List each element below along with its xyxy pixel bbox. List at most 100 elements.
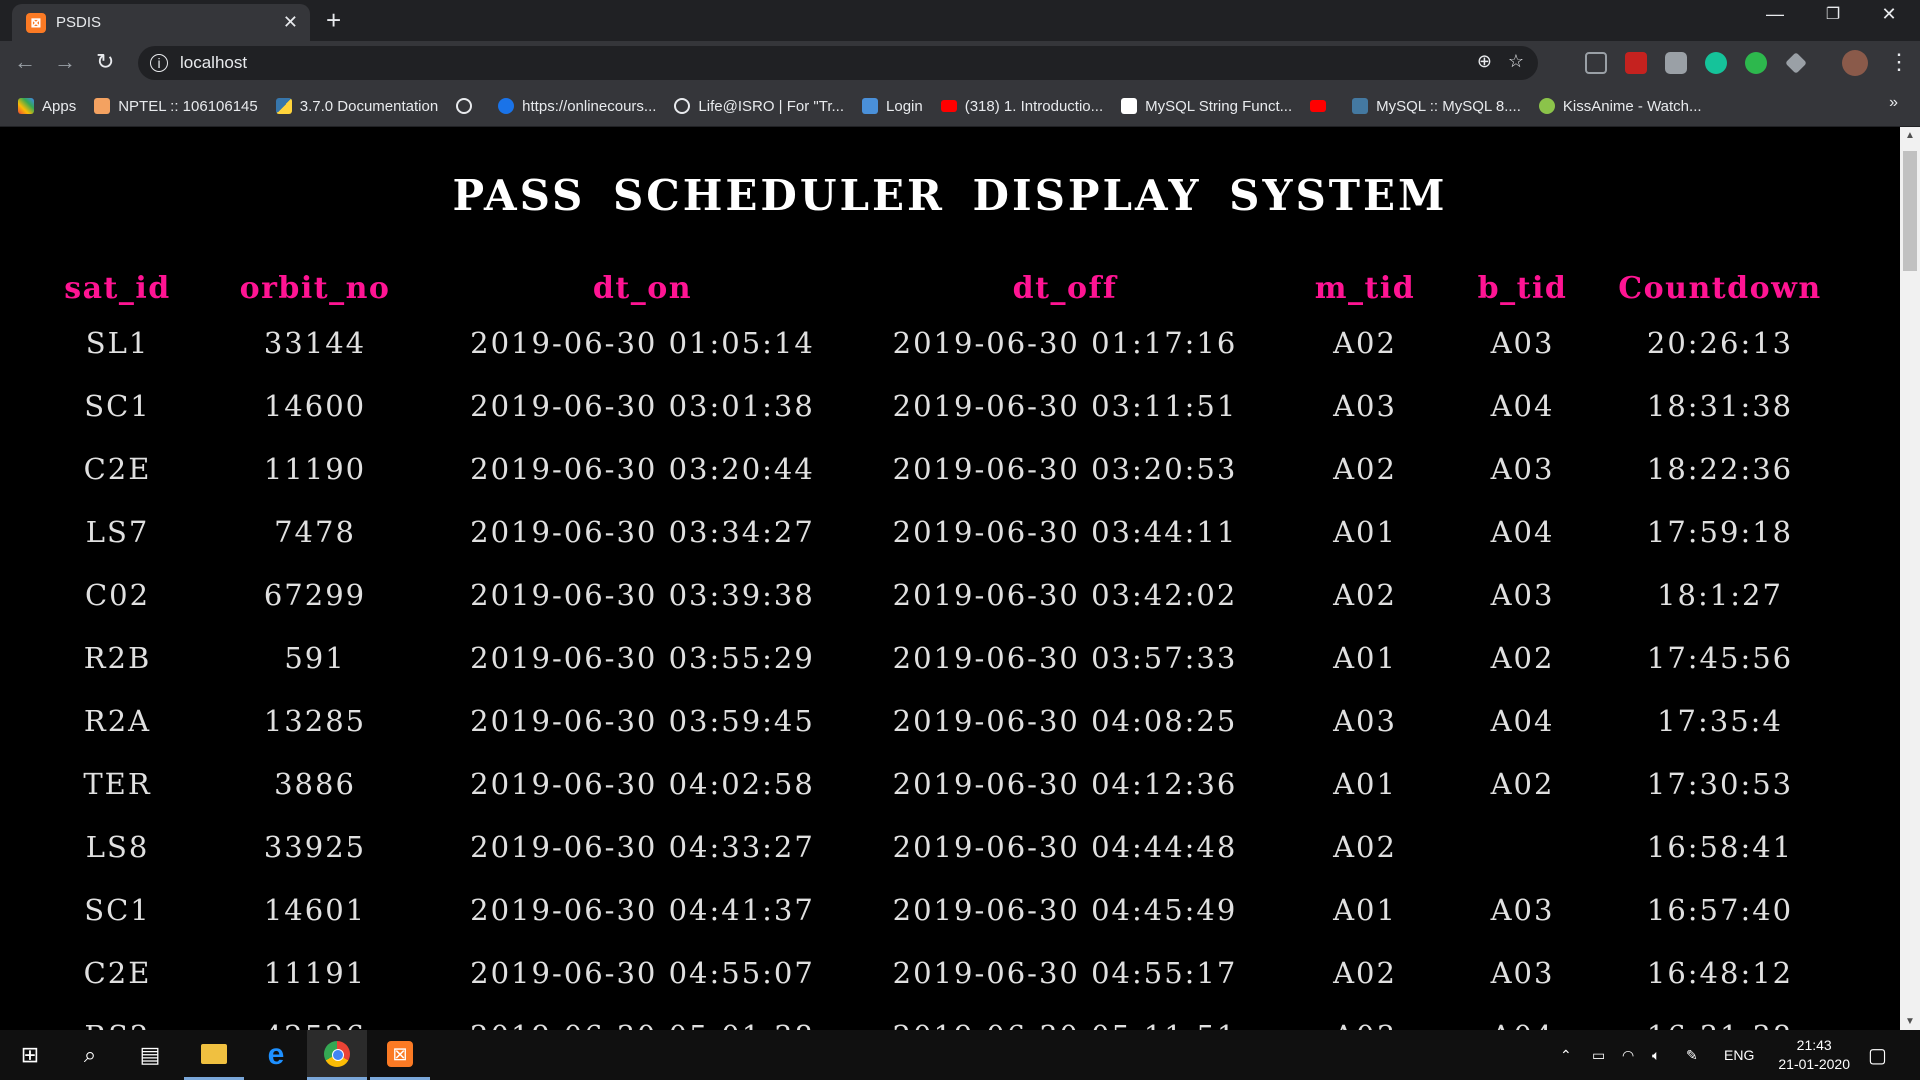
- bookmark-star-icon[interactable]: ☆: [1508, 51, 1524, 72]
- volume-icon[interactable]: 🔈︎: [1652, 1030, 1660, 1080]
- cell-orbit-no: 33144: [263, 325, 367, 360]
- more-bookmarks-icon[interactable]: »: [1889, 94, 1898, 112]
- cell-dt-on: 2019-06-30 04:02:58: [470, 766, 815, 801]
- cell-sat-id: SC1: [84, 892, 151, 927]
- close-window-button[interactable]: ✕: [1866, 4, 1912, 25]
- xampp-icon[interactable]: ⊠: [370, 1030, 430, 1080]
- cell-dt-off: 2019-06-30 04:12:36: [892, 766, 1238, 801]
- cell-m-tid: A03: [1333, 703, 1397, 738]
- zoom-icon[interactable]: ⊕: [1477, 51, 1492, 72]
- back-button[interactable]: ←: [14, 49, 36, 75]
- cell-m-tid: A03: [1285, 1004, 1445, 1031]
- search-icon[interactable]: ⌕: [60, 1030, 120, 1080]
- bookmark-python-docs[interactable]: 3.7.0 Documentation: [275, 98, 438, 115]
- close-tab-icon[interactable]: ✕: [283, 12, 298, 33]
- table-row: C2E 11191 2019-06-30 04:55:07 2019-06-30 04…: [45, 941, 1840, 1004]
- cell-sat-id: C2E: [83, 451, 152, 486]
- chrome-icon[interactable]: [307, 1030, 367, 1080]
- column-header-dt-off: dt_off: [1012, 270, 1118, 306]
- cell-countdown: 17:45:56: [1646, 640, 1794, 675]
- edge-icon[interactable]: e: [246, 1030, 306, 1080]
- page-content: PASS SCHEDULER DISPLAY SYSTEM sat_id orb…: [0, 127, 1900, 1030]
- new-tab-button[interactable]: +: [326, 5, 341, 36]
- camera-extension-icon[interactable]: [1665, 52, 1687, 74]
- cell-orbit-no: 42526: [190, 1004, 440, 1031]
- browser-tab[interactable]: ⊠ PSDIS ✕: [12, 4, 310, 41]
- page-scrollbar[interactable]: ▲ ▼: [1900, 127, 1920, 1030]
- cell-orbit-no: 14600: [263, 388, 367, 423]
- dropbox-icon[interactable]: [1785, 52, 1807, 74]
- cell-dt-on: 2019-06-30 04:55:07: [470, 955, 815, 990]
- cell-b-tid: A02: [1490, 640, 1555, 675]
- cell-countdown: 18:31:38: [1646, 388, 1794, 423]
- cell-sat-id: LS7: [85, 514, 150, 549]
- reload-button[interactable]: ↻: [96, 49, 114, 75]
- show-hidden-icons[interactable]: ⌃: [1560, 1030, 1572, 1080]
- cell-dt-on: 2019-06-30 04:33:27: [470, 829, 815, 864]
- cell-countdown: 16:58:41: [1646, 829, 1794, 864]
- pen-icon[interactable]: ✎: [1686, 1030, 1698, 1080]
- cell-dt-off: 2019-06-30 03:42:02: [892, 577, 1238, 612]
- cell-b-tid: A03: [1490, 451, 1555, 486]
- bookmark-globe[interactable]: [456, 98, 480, 114]
- cell-dt-on: 2019-06-30 01:05:14: [470, 325, 815, 360]
- cell-m-tid: A01: [1333, 892, 1397, 927]
- cell-b-tid: [1445, 815, 1600, 878]
- bookmark-youtube-intro[interactable]: (318) 1. Introductio...: [940, 98, 1103, 115]
- notifications-icon[interactable]: ▢: [1868, 1030, 1887, 1080]
- table-row: R2B 591 2019-06-30 03:55:29 2019-06-30 03:5…: [45, 626, 1840, 689]
- site-info-icon[interactable]: i: [150, 54, 168, 72]
- globe-icon: [456, 98, 473, 114]
- column-header-m-tid: m_tid: [1314, 270, 1416, 306]
- cell-dt-off: 2019-06-30 03:20:53: [892, 451, 1238, 486]
- windows-start-icon[interactable]: ⊞: [0, 1030, 60, 1080]
- cell-b-tid: A03: [1490, 892, 1555, 927]
- evernote-icon[interactable]: [1745, 52, 1767, 74]
- table-row: LS8 33925 2019-06-30 04:33:27 2019-06-30 04…: [45, 815, 1840, 878]
- restore-button[interactable]: ❐: [1810, 4, 1856, 24]
- cell-m-tid: A01: [1333, 514, 1397, 549]
- bookmark-login[interactable]: Login: [862, 98, 923, 115]
- bookmark-onlinecourses[interactable]: https://onlinecours...: [498, 98, 656, 115]
- column-header-countdown: Countdown: [1618, 270, 1822, 306]
- bookmark-mysql-string[interactable]: MySQL String Funct...: [1121, 98, 1292, 115]
- bookmark-apps[interactable]: Apps: [18, 98, 76, 115]
- minimize-button[interactable]: —: [1752, 4, 1798, 25]
- reading-list-icon[interactable]: [1585, 52, 1607, 74]
- scrollbar-thumb[interactable]: [1903, 151, 1917, 271]
- forward-button[interactable]: →: [54, 49, 76, 75]
- table-header-row: sat_id orbit_no dt_on dt_off m_tid b_tid…: [45, 265, 1840, 311]
- cell-orbit-no: 67299: [263, 577, 367, 612]
- cell-countdown: 18:22:36: [1646, 451, 1794, 486]
- battery-icon[interactable]: ▭: [1592, 1030, 1605, 1080]
- python-icon: [275, 98, 292, 114]
- grammarly-icon[interactable]: [1705, 52, 1727, 74]
- globe-icon: [674, 98, 691, 114]
- bookmark-isro[interactable]: Life@ISRO | For "Tr...: [674, 98, 844, 115]
- cell-m-tid: A03: [1333, 388, 1397, 423]
- wifi-icon[interactable]: ◠: [1622, 1030, 1634, 1080]
- task-view-icon[interactable]: ▤: [120, 1030, 180, 1080]
- table-row: SL1 33144 2019-06-30 01:05:14 2019-06-30 01…: [45, 311, 1840, 374]
- bookmark-youtube[interactable]: [1310, 100, 1334, 112]
- chrome-menu-icon[interactable]: ⋮: [1888, 49, 1910, 75]
- scroll-up-arrow-icon[interactable]: ▲: [1900, 127, 1920, 144]
- bookmark-kissanime[interactable]: KissAnime - Watch...: [1538, 98, 1702, 115]
- cell-dt-off: 2019-06-30 05:11:51: [845, 1004, 1285, 1031]
- system-clock[interactable]: 21:43 21-01-2020: [1778, 1036, 1850, 1074]
- cell-b-tid: A04: [1490, 703, 1555, 738]
- clock-date: 21-01-2020: [1778, 1056, 1850, 1072]
- bookmark-mysql[interactable]: MySQL :: MySQL 8....: [1352, 98, 1521, 115]
- xampp-icon: ⊠: [26, 12, 46, 33]
- scroll-down-arrow-icon[interactable]: ▼: [1900, 1013, 1920, 1030]
- browser-titlebar: ⊠ PSDIS ✕ + — ❐ ✕: [0, 0, 1920, 41]
- bookmark-nptel[interactable]: NPTEL :: 106106145: [94, 98, 258, 115]
- address-bar[interactable]: i localhost ⊕ ☆: [138, 46, 1538, 80]
- pdf-extension-icon[interactable]: [1625, 52, 1647, 74]
- table-row: TER 3886 2019-06-30 04:02:58 2019-06-30 04:…: [45, 752, 1840, 815]
- language-indicator[interactable]: ENG: [1724, 1030, 1754, 1080]
- cell-m-tid: A01: [1333, 766, 1397, 801]
- file-explorer-icon[interactable]: [184, 1030, 244, 1080]
- avatar[interactable]: [1842, 50, 1868, 76]
- cell-m-tid: A02: [1333, 325, 1397, 360]
